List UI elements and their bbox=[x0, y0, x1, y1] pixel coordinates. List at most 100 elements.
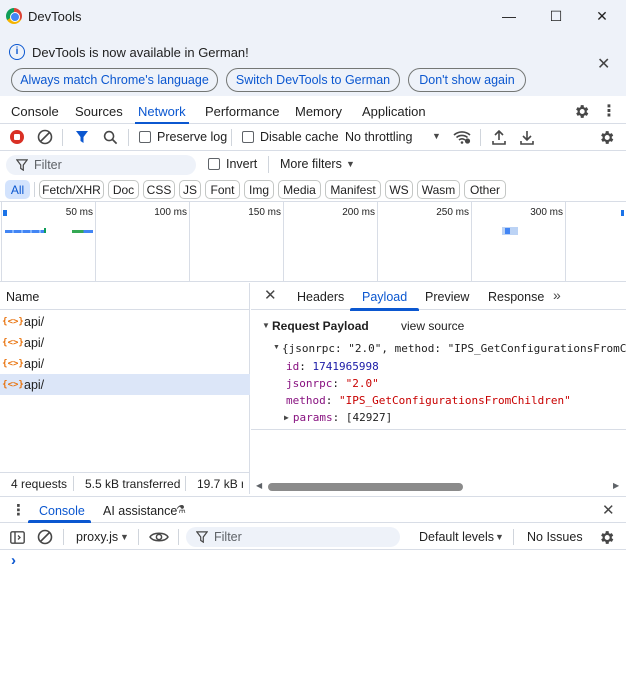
console-filter-input[interactable]: Filter bbox=[186, 527, 400, 547]
drawer-menu-icon[interactable]: ⋮ bbox=[11, 501, 26, 519]
network-status-bar: 4 requests 5.5 kB transferred 19.7 kB r bbox=[0, 472, 250, 494]
type-filter-other[interactable]: Other bbox=[464, 180, 506, 199]
timeline-tick-label: 150 ms bbox=[248, 207, 281, 218]
minimize-button[interactable]: — bbox=[486, 0, 532, 32]
type-filter-css[interactable]: CSS bbox=[143, 180, 175, 199]
collapse-triangle-icon[interactable]: ▼ bbox=[262, 321, 270, 330]
scroll-right-arrow-icon[interactable]: ▶ bbox=[613, 481, 619, 490]
context-selector[interactable]: proxy.js bbox=[76, 530, 118, 544]
console-drawer: ⋮ Console AI assistance ⚗ ✕ proxy.js ▼ F… bbox=[0, 496, 626, 696]
import-har-upload-icon[interactable] bbox=[489, 127, 509, 147]
request-row[interactable]: {<>} api/ bbox=[0, 332, 250, 353]
tab-application[interactable]: Application bbox=[362, 104, 426, 119]
network-overview-timeline[interactable]: 50 ms 100 ms 150 ms 200 ms 250 ms 300 ms bbox=[0, 202, 626, 282]
tab-memory[interactable]: Memory bbox=[295, 104, 342, 119]
toolbar-divider bbox=[63, 529, 64, 545]
tab-sources[interactable]: Sources bbox=[75, 104, 123, 119]
preserve-log-checkbox[interactable] bbox=[139, 131, 151, 143]
switch-to-german-button[interactable]: Switch DevTools to German bbox=[226, 68, 400, 92]
issues-counter[interactable]: No Issues bbox=[527, 530, 583, 544]
toolbar-divider bbox=[138, 529, 139, 545]
details-tab-preview[interactable]: Preview bbox=[425, 290, 469, 304]
console-settings-gear-icon[interactable] bbox=[596, 527, 616, 547]
xhr-braces-icon: {<>} bbox=[2, 379, 24, 390]
timeline-gridline bbox=[565, 202, 566, 282]
close-window-button[interactable]: ✕ bbox=[579, 0, 625, 32]
type-filter-fetch-xhr[interactable]: Fetch/XHR bbox=[39, 180, 104, 199]
show-sidebar-icon[interactable] bbox=[7, 527, 27, 547]
timeline-tick-label: 50 ms bbox=[65, 207, 93, 218]
search-icon[interactable] bbox=[100, 127, 120, 147]
preserve-log-label: Preserve log bbox=[157, 130, 228, 144]
close-details-icon[interactable]: ✕ bbox=[264, 286, 277, 304]
drawer-tab-console[interactable]: Console bbox=[39, 504, 85, 518]
toolbar-divider bbox=[231, 129, 232, 146]
name-column-header[interactable]: Name bbox=[0, 283, 250, 310]
tab-network[interactable]: Network bbox=[135, 104, 189, 124]
settings-gear-icon[interactable] bbox=[571, 101, 591, 121]
timeline-tick-label: 100 ms bbox=[154, 207, 187, 218]
chevron-down-icon[interactable]: ▼ bbox=[432, 131, 441, 141]
horizontal-scrollbar-thumb[interactable] bbox=[268, 483, 463, 491]
details-tab-headers[interactable]: Headers bbox=[297, 290, 344, 304]
type-filter-all[interactable]: All bbox=[5, 180, 30, 199]
export-har-download-icon[interactable] bbox=[517, 127, 537, 147]
invert-checkbox[interactable] bbox=[208, 158, 220, 170]
drawer-tab-ai-assistance[interactable]: AI assistance bbox=[103, 504, 177, 518]
type-filter-js[interactable]: JS bbox=[179, 180, 201, 199]
view-source-link[interactable]: view source bbox=[401, 319, 464, 333]
expand-triangle-icon[interactable]: ▶ bbox=[284, 413, 289, 422]
type-filter-doc[interactable]: Doc bbox=[108, 180, 139, 199]
field-value: "2.0" bbox=[345, 377, 379, 390]
clear-console-icon[interactable] bbox=[35, 527, 55, 547]
network-settings-gear-icon[interactable] bbox=[596, 127, 616, 147]
chevron-down-icon[interactable]: ▼ bbox=[120, 532, 129, 542]
disable-cache-checkbox[interactable] bbox=[242, 131, 254, 143]
close-infobar-icon[interactable]: ✕ bbox=[597, 54, 610, 74]
filter-funnel-icon[interactable] bbox=[72, 127, 92, 147]
filter-placeholder: Filter bbox=[34, 158, 62, 172]
close-drawer-icon[interactable]: ✕ bbox=[602, 501, 615, 519]
type-filter-wasm[interactable]: Wasm bbox=[417, 180, 460, 199]
clear-icon[interactable] bbox=[35, 127, 55, 147]
throttling-select[interactable]: No throttling bbox=[345, 130, 412, 144]
console-prompt-icon[interactable]: › bbox=[11, 552, 16, 569]
console-filter-placeholder: Filter bbox=[214, 530, 242, 544]
tab-performance[interactable]: Performance bbox=[205, 104, 279, 119]
type-filter-ws[interactable]: WS bbox=[385, 180, 413, 199]
resource-type-filters: All Fetch/XHR Doc CSS JS Font Img Media … bbox=[0, 177, 626, 202]
maximize-button[interactable]: ☐ bbox=[533, 0, 579, 32]
type-filter-img[interactable]: Img bbox=[244, 180, 274, 199]
scroll-left-arrow-icon[interactable]: ◀ bbox=[256, 481, 262, 490]
more-options-icon[interactable]: ⋮ bbox=[599, 101, 619, 121]
request-row[interactable]: {<>} api/ bbox=[0, 353, 250, 374]
section-divider bbox=[251, 429, 626, 430]
experiment-flask-icon: ⚗ bbox=[176, 504, 186, 516]
details-tab-response[interactable]: Response bbox=[488, 290, 544, 304]
dont-show-again-button[interactable]: Don't show again bbox=[408, 68, 526, 92]
timeline-tick-label: 300 ms bbox=[530, 207, 563, 218]
more-filters-dropdown[interactable]: More filters bbox=[280, 157, 342, 171]
tab-console[interactable]: Console bbox=[11, 104, 59, 119]
live-expression-eye-icon[interactable] bbox=[148, 527, 170, 547]
type-filter-font[interactable]: Font bbox=[205, 180, 240, 199]
chip-divider bbox=[34, 182, 35, 197]
log-levels-dropdown[interactable]: Default levels bbox=[419, 530, 494, 544]
request-row[interactable]: {<>} api/ bbox=[0, 311, 250, 332]
details-tabs: ✕ Headers Payload Preview Response » bbox=[251, 283, 626, 311]
always-match-language-button[interactable]: Always match Chrome's language bbox=[11, 68, 218, 92]
payload-field-params[interactable]: ▶ params: [42927] bbox=[284, 411, 392, 424]
network-conditions-wifi-icon[interactable] bbox=[452, 127, 472, 147]
more-tabs-chevron-icon[interactable]: » bbox=[553, 287, 561, 303]
request-payload-title: Request Payload bbox=[272, 319, 369, 333]
details-tab-payload[interactable]: Payload bbox=[349, 290, 420, 311]
request-row-selected[interactable]: {<>} api/ bbox=[0, 374, 250, 395]
type-filter-media[interactable]: Media bbox=[278, 180, 321, 199]
chevron-down-icon[interactable]: ▼ bbox=[346, 159, 355, 169]
request-timing-bar bbox=[44, 228, 46, 233]
type-filter-manifest[interactable]: Manifest bbox=[325, 180, 381, 199]
expand-triangle-icon[interactable]: ▼ bbox=[273, 344, 280, 351]
chevron-down-icon[interactable]: ▼ bbox=[495, 532, 504, 542]
filter-input[interactable]: Filter bbox=[6, 155, 196, 175]
stop-recording-icon[interactable] bbox=[7, 127, 27, 147]
